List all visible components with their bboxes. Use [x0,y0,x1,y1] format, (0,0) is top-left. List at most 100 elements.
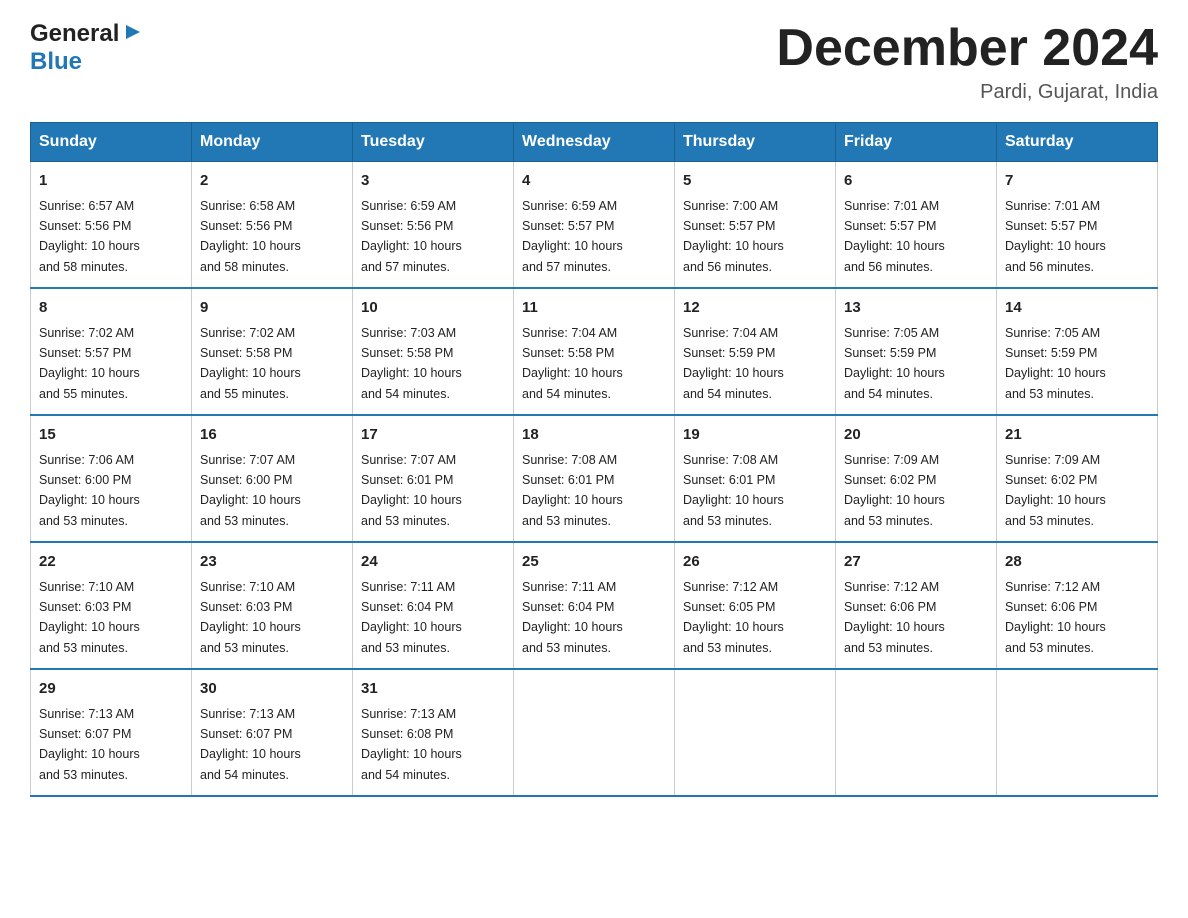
calendar-cell: 20Sunrise: 7:09 AMSunset: 6:02 PMDayligh… [836,415,997,542]
calendar-week-3: 15 Sunrise: 7:06 AMSunset: 6:00 PMDayligh… [31,415,1158,542]
calendar-cell: 1 Sunrise: 6:57 AMSunset: 5:56 PMDaylight… [31,162,192,289]
calendar-cell: 8 Sunrise: 7:02 AMSunset: 5:57 PMDaylight… [31,288,192,415]
calendar-cell: 25 Sunrise: 7:11 AMSunset: 6:04 PMDayligh… [514,542,675,669]
day-number: 26 [683,551,827,574]
day-info: Sunrise: 7:07 AMSunset: 6:01 PMDaylight:… [361,453,462,528]
day-number: 10 [361,297,505,320]
day-info: Sunrise: 6:59 AMSunset: 5:56 PMDaylight:… [361,199,462,274]
calendar-cell: 19Sunrise: 7:08 AMSunset: 6:01 PMDayligh… [675,415,836,542]
day-info: Sunrise: 7:00 AMSunset: 5:57 PMDaylight:… [683,199,784,274]
calendar-cell: 21Sunrise: 7:09 AMSunset: 6:02 PMDayligh… [997,415,1158,542]
logo-general-text: General [30,20,119,48]
calendar-cell [836,669,997,796]
calendar-header: Sunday Monday Tuesday Wednesday Thursday… [31,123,1158,162]
day-info: Sunrise: 7:13 AMSunset: 6:07 PMDaylight:… [200,707,301,782]
calendar-cell: 14 Sunrise: 7:05 AMSunset: 5:59 PMDayligh… [997,288,1158,415]
day-number: 4 [522,170,666,193]
calendar-cell: 15 Sunrise: 7:06 AMSunset: 6:00 PMDayligh… [31,415,192,542]
day-info: Sunrise: 7:06 AMSunset: 6:00 PMDaylight:… [39,453,140,528]
logo: General Blue [30,20,144,76]
day-number: 1 [39,170,183,193]
day-info: Sunrise: 7:12 AMSunset: 6:06 PMDaylight:… [844,580,945,655]
calendar-cell: 6 Sunrise: 7:01 AMSunset: 5:57 PMDaylight… [836,162,997,289]
day-info: Sunrise: 7:05 AMSunset: 5:59 PMDaylight:… [844,326,945,401]
calendar-cell [675,669,836,796]
calendar-cell: 5 Sunrise: 7:00 AMSunset: 5:57 PMDaylight… [675,162,836,289]
day-number: 2 [200,170,344,193]
day-info: Sunrise: 6:59 AMSunset: 5:57 PMDaylight:… [522,199,623,274]
header-sunday: Sunday [31,123,192,162]
day-info: Sunrise: 7:12 AMSunset: 6:05 PMDaylight:… [683,580,784,655]
day-info: Sunrise: 7:05 AMSunset: 5:59 PMDaylight:… [1005,326,1106,401]
day-info: Sunrise: 7:09 AMSunset: 6:02 PMDaylight:… [1005,453,1106,528]
calendar-cell: 2 Sunrise: 6:58 AMSunset: 5:56 PMDaylight… [192,162,353,289]
day-info: Sunrise: 7:01 AMSunset: 5:57 PMDaylight:… [1005,199,1106,274]
calendar-cell: 10 Sunrise: 7:03 AMSunset: 5:58 PMDayligh… [353,288,514,415]
calendar-week-5: 29 Sunrise: 7:13 AMSunset: 6:07 PMDayligh… [31,669,1158,796]
calendar-cell: 31Sunrise: 7:13 AMSunset: 6:08 PMDayligh… [353,669,514,796]
calendar-cell: 13 Sunrise: 7:05 AMSunset: 5:59 PMDayligh… [836,288,997,415]
day-info: Sunrise: 6:58 AMSunset: 5:56 PMDaylight:… [200,199,301,274]
day-number: 20 [844,424,988,447]
day-info: Sunrise: 7:01 AMSunset: 5:57 PMDaylight:… [844,199,945,274]
day-info: Sunrise: 7:11 AMSunset: 6:04 PMDaylight:… [361,580,462,655]
day-number: 14 [1005,297,1149,320]
day-number: 3 [361,170,505,193]
calendar-cell: 27 Sunrise: 7:12 AMSunset: 6:06 PMDayligh… [836,542,997,669]
day-number: 6 [844,170,988,193]
calendar-cell: 11Sunrise: 7:04 AMSunset: 5:58 PMDayligh… [514,288,675,415]
day-number: 13 [844,297,988,320]
month-title: December 2024 [776,20,1158,77]
day-number: 12 [683,297,827,320]
day-number: 8 [39,297,183,320]
calendar-cell: 4 Sunrise: 6:59 AMSunset: 5:57 PMDaylight… [514,162,675,289]
day-number: 15 [39,424,183,447]
day-info: Sunrise: 7:03 AMSunset: 5:58 PMDaylight:… [361,326,462,401]
calendar-cell: 28Sunrise: 7:12 AMSunset: 6:06 PMDayligh… [997,542,1158,669]
calendar-cell: 9 Sunrise: 7:02 AMSunset: 5:58 PMDaylight… [192,288,353,415]
calendar-cell [997,669,1158,796]
day-info: Sunrise: 7:10 AMSunset: 6:03 PMDaylight:… [39,580,140,655]
day-info: Sunrise: 7:13 AMSunset: 6:07 PMDaylight:… [39,707,140,782]
day-number: 5 [683,170,827,193]
calendar-cell: 12 Sunrise: 7:04 AMSunset: 5:59 PMDayligh… [675,288,836,415]
header-saturday: Saturday [997,123,1158,162]
day-number: 29 [39,678,183,701]
day-info: Sunrise: 7:08 AMSunset: 6:01 PMDaylight:… [683,453,784,528]
day-number: 9 [200,297,344,320]
logo-blue-text: Blue [30,48,82,75]
day-info: Sunrise: 7:04 AMSunset: 5:58 PMDaylight:… [522,326,623,401]
day-info: Sunrise: 6:57 AMSunset: 5:56 PMDaylight:… [39,199,140,274]
location: Pardi, Gujarat, India [776,81,1158,104]
calendar-cell [514,669,675,796]
day-info: Sunrise: 7:02 AMSunset: 5:58 PMDaylight:… [200,326,301,401]
day-info: Sunrise: 7:10 AMSunset: 6:03 PMDaylight:… [200,580,301,655]
calendar-week-1: 1 Sunrise: 6:57 AMSunset: 5:56 PMDaylight… [31,162,1158,289]
header-friday: Friday [836,123,997,162]
header-thursday: Thursday [675,123,836,162]
day-info: Sunrise: 7:04 AMSunset: 5:59 PMDaylight:… [683,326,784,401]
logo-arrow-icon [122,21,144,48]
day-info: Sunrise: 7:08 AMSunset: 6:01 PMDaylight:… [522,453,623,528]
day-number: 22 [39,551,183,574]
calendar-cell: 24Sunrise: 7:11 AMSunset: 6:04 PMDayligh… [353,542,514,669]
calendar-cell: 16Sunrise: 7:07 AMSunset: 6:00 PMDayligh… [192,415,353,542]
day-info: Sunrise: 7:02 AMSunset: 5:57 PMDaylight:… [39,326,140,401]
calendar-cell: 18 Sunrise: 7:08 AMSunset: 6:01 PMDayligh… [514,415,675,542]
calendar-week-4: 22 Sunrise: 7:10 AMSunset: 6:03 PMDayligh… [31,542,1158,669]
day-number: 27 [844,551,988,574]
day-number: 7 [1005,170,1149,193]
calendar-cell: 30 Sunrise: 7:13 AMSunset: 6:07 PMDayligh… [192,669,353,796]
day-number: 23 [200,551,344,574]
day-info: Sunrise: 7:11 AMSunset: 6:04 PMDaylight:… [522,580,623,655]
day-info: Sunrise: 7:13 AMSunset: 6:08 PMDaylight:… [361,707,462,782]
day-number: 17 [361,424,505,447]
day-number: 18 [522,424,666,447]
day-number: 30 [200,678,344,701]
page-header: General Blue December 2024 Pardi, Gujara… [30,20,1158,104]
header-monday: Monday [192,123,353,162]
calendar-cell: 17 Sunrise: 7:07 AMSunset: 6:01 PMDayligh… [353,415,514,542]
day-number: 25 [522,551,666,574]
calendar-cell: 22 Sunrise: 7:10 AMSunset: 6:03 PMDayligh… [31,542,192,669]
title-block: December 2024 Pardi, Gujarat, India [776,20,1158,104]
